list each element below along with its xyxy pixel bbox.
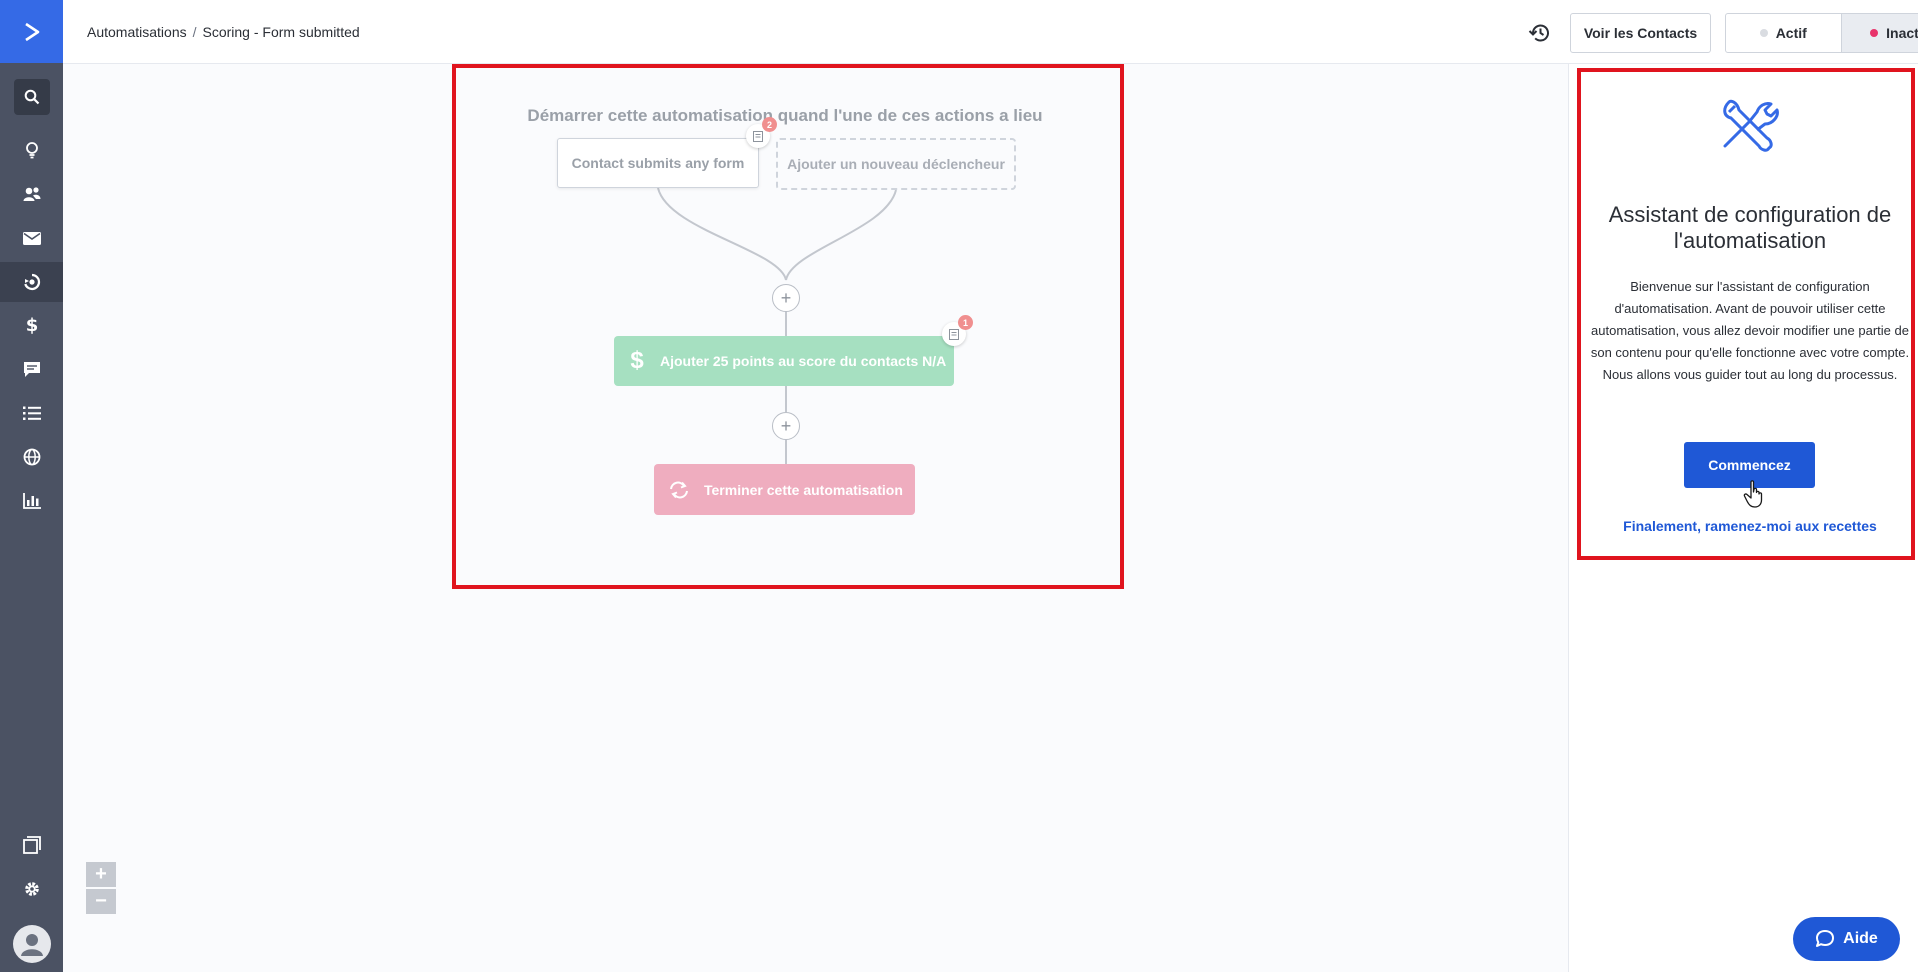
hand-cursor-icon: [1743, 480, 1767, 513]
help-button[interactable]: Aide: [1793, 917, 1900, 961]
inactive-dot-icon: [1870, 29, 1879, 37]
add-trigger-label: Ajouter un nouveau déclencheur: [787, 156, 1005, 172]
trigger-section-title: Démarrer cette automatisation quand l'un…: [527, 106, 1043, 125]
loop-arrows-icon: [654, 481, 704, 499]
zoom-controls: + −: [86, 862, 116, 914]
add-step-node[interactable]: +: [772, 284, 800, 312]
plus-icon: +: [780, 416, 792, 436]
status-active-option[interactable]: Actif: [1726, 14, 1841, 52]
add-trigger-button[interactable]: Ajouter un nouveau déclencheur: [776, 138, 1016, 190]
action-card-add-score[interactable]: $ Ajouter 25 points au score du contacts…: [614, 336, 954, 386]
status-active-label: Actif: [1775, 25, 1807, 41]
panel-title: Assistant de configuration de l'automati…: [1608, 202, 1892, 253]
panel-description: Bienvenue sur l'assistant de configurati…: [1590, 279, 1910, 382]
dollar-icon: $: [630, 347, 644, 374]
plus-icon: +: [780, 288, 792, 308]
status-inactive-label: Inactif: [1886, 25, 1918, 41]
action-notes-badge[interactable]: 1: [942, 315, 973, 346]
status-toggle: Actif Inactif: [1725, 13, 1918, 53]
status-inactive-option[interactable]: Inactif: [1840, 14, 1918, 52]
action-label: Ajouter 25 points au score du contacts N…: [660, 353, 947, 369]
sidebar-item-profile[interactable]: [0, 922, 63, 966]
chat-bubble-icon: [1816, 930, 1835, 947]
zoom-out-button[interactable]: −: [86, 889, 116, 914]
add-step-node[interactable]: +: [772, 412, 800, 440]
active-dot-icon: [1759, 29, 1768, 37]
trigger-badge-count: 2: [762, 117, 777, 132]
setup-assistant-box: Assistant de configuration de l'automati…: [1577, 68, 1915, 560]
pages-icon: [22, 836, 41, 854]
trigger-card[interactable]: Contact submits any form: [557, 138, 759, 188]
trigger-label: Contact submits any form: [571, 155, 745, 171]
sidebar-item-pages[interactable]: [0, 825, 63, 865]
action-badge-count: 1: [958, 315, 973, 330]
sidebar-item-settings[interactable]: [0, 869, 63, 909]
notes-icon: [753, 130, 763, 142]
setup-assistant-panel: Assistant de configuration de l'automati…: [1568, 64, 1918, 972]
notes-icon: [949, 328, 959, 340]
avatar-icon: [12, 925, 51, 963]
view-contacts-button[interactable]: Voir les Contacts: [1570, 13, 1711, 53]
end-label: Terminer cette automatisation: [704, 481, 903, 498]
trigger-notes-badge[interactable]: 2: [746, 117, 777, 148]
end-automation-card[interactable]: Terminer cette automatisation: [654, 464, 915, 515]
help-label: Aide: [1843, 930, 1878, 947]
tools-icon: [1719, 96, 1779, 161]
zoom-in-button[interactable]: +: [86, 862, 116, 887]
back-to-recipes-link[interactable]: Finalement, ramenez-moi aux recettes: [1581, 518, 1918, 534]
gear-icon: [24, 882, 39, 896]
